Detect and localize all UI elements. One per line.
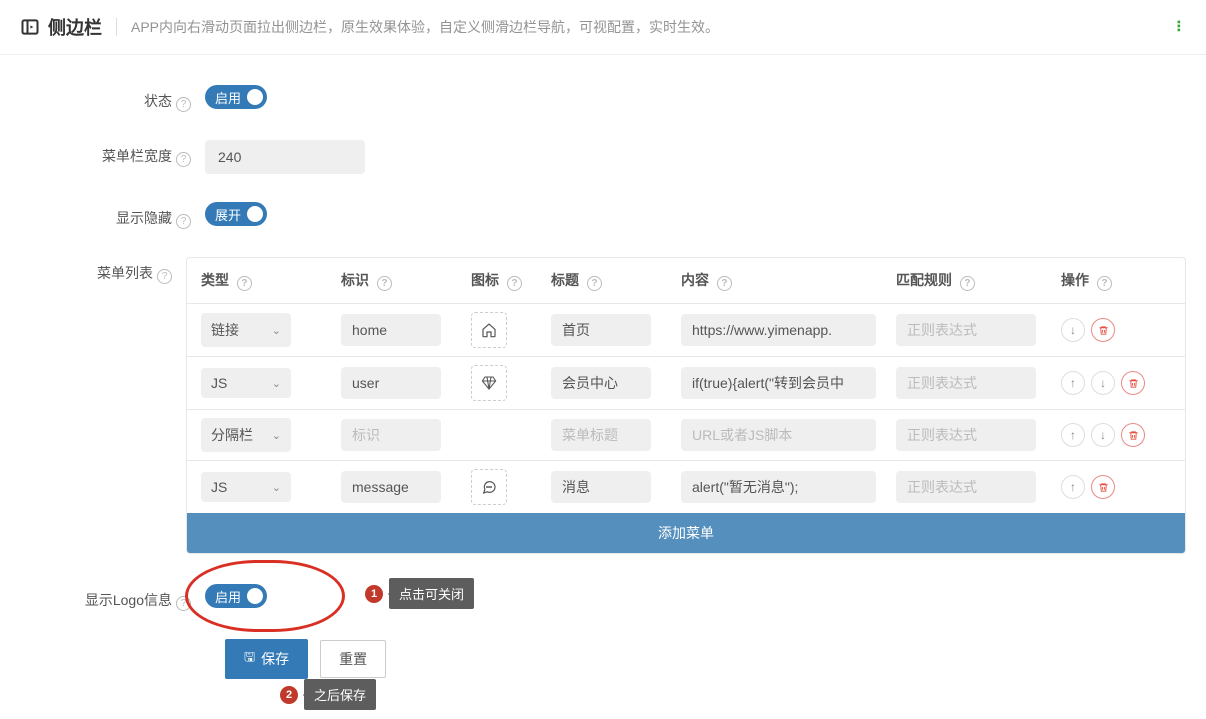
table-row: 链接⌄ ↓ [187,303,1185,356]
anno-badge-1: 1 [365,585,383,603]
content-input[interactable] [681,367,876,399]
label-showhide: 显示隐藏? [20,202,205,229]
anno-badge-2: 2 [280,686,298,704]
help-icon[interactable]: ? [176,97,191,112]
help-icon[interactable]: ? [377,276,392,291]
row-width: 菜单栏宽度? [20,140,1186,174]
save-icon: 🖫 [244,648,255,670]
ident-input[interactable] [341,367,441,399]
move-up-button[interactable]: ↑ [1061,423,1085,447]
page-desc: APP内向右滑动页面拉出侧边栏，原生效果体验，自定义侧滑边栏导航，可视配置，实时… [131,17,719,37]
save-button[interactable]: 🖫 保存 [225,639,308,679]
rule-input [896,419,1036,451]
help-icon[interactable]: ? [176,214,191,229]
corner-indicator: ⠇ [1176,19,1186,36]
add-menu-button[interactable]: 添加菜单 [187,513,1185,553]
type-select[interactable]: JS⌄ [201,368,291,398]
icon-select[interactable] [471,365,507,401]
row-showhide: 显示隐藏? 展开 [20,202,1186,229]
delete-button[interactable] [1121,423,1145,447]
ident-input[interactable] [341,419,441,451]
sidebar-icon [20,17,40,37]
row-status: 状态? 启用 [20,85,1186,112]
delete-button[interactable] [1121,371,1145,395]
anno-tip-2: 之后保存 [304,679,376,710]
table-row: JS⌄ ↑ [187,460,1185,513]
status-switch[interactable]: 启用 [205,85,267,109]
page-header: 侧边栏 APP内向右滑动页面拉出侧边栏，原生效果体验，自定义侧滑边栏导航，可视配… [0,0,1206,55]
reset-button[interactable]: 重置 [320,640,386,678]
move-down-button[interactable]: ↓ [1091,371,1115,395]
help-icon[interactable]: ? [717,276,732,291]
type-select[interactable]: 链接⌄ [201,313,291,347]
annotation-1: 1 点击可关闭 [365,578,474,609]
title-input[interactable] [551,471,651,503]
footer-buttons: 🖫 保存 重置 2 之后保存 [225,639,1186,679]
title-input[interactable] [551,314,651,346]
row-menulist: 菜单列表? 类型 ? 标识 ? 图标 ? 标题 ? 内容 ? 匹配规则 ? 操作… [20,257,1186,554]
help-icon[interactable]: ? [157,269,172,284]
move-up-button[interactable]: ↑ [1061,475,1085,499]
icon-select[interactable] [471,469,507,505]
switch-knob [247,89,263,105]
chevron-down-icon: ⌄ [272,429,281,442]
ident-input[interactable] [341,471,441,503]
help-icon[interactable]: ? [237,276,252,291]
menu-table: 类型 ? 标识 ? 图标 ? 标题 ? 内容 ? 匹配规则 ? 操作 ? 链接⌄… [186,257,1186,554]
rule-input [896,367,1036,399]
chevron-down-icon: ⌄ [272,481,281,494]
table-head: 类型 ? 标识 ? 图标 ? 标题 ? 内容 ? 匹配规则 ? 操作 ? [187,258,1185,303]
content-input[interactable] [681,314,876,346]
chevron-down-icon: ⌄ [272,377,281,390]
row-logo: 显示Logo信息? 启用 1 点击可关闭 [20,584,1186,611]
annotation-2: 2 之后保存 [280,679,376,710]
help-icon[interactable]: ? [507,276,522,291]
table-row: JS⌄ ↑↓ [187,356,1185,409]
type-select[interactable]: JS⌄ [201,472,291,502]
help-icon[interactable]: ? [176,596,191,611]
table-row: 分隔栏⌄ ↑↓ [187,409,1185,460]
divider [116,18,117,36]
anno-tip-1: 点击可关闭 [389,578,474,609]
label-width: 菜单栏宽度? [20,140,205,167]
ident-input[interactable] [341,314,441,346]
type-select[interactable]: 分隔栏⌄ [201,418,291,452]
logo-switch[interactable]: 启用 [205,584,267,608]
content-input[interactable] [681,419,876,451]
switch-knob [247,206,263,222]
form: 状态? 启用 菜单栏宽度? 显示隐藏? 展开 菜单列表? [0,55,1206,719]
title-input[interactable] [551,419,651,451]
page-title: 侧边栏 [48,14,102,40]
chevron-down-icon: ⌄ [272,324,281,337]
icon-select[interactable] [471,312,507,348]
width-input[interactable] [205,140,365,174]
content-input[interactable] [681,471,876,503]
rule-input[interactable] [896,314,1036,346]
title-input[interactable] [551,367,651,399]
switch-knob [247,588,263,604]
move-up-button[interactable]: ↑ [1061,371,1085,395]
help-icon[interactable]: ? [1097,276,1112,291]
label-status: 状态? [20,85,205,112]
help-icon[interactable]: ? [960,276,975,291]
delete-button[interactable] [1091,475,1115,499]
help-icon[interactable]: ? [176,152,191,167]
label-menulist: 菜单列表? [20,257,186,284]
rule-input [896,471,1036,503]
label-logo: 显示Logo信息? [20,584,205,611]
showhide-switch[interactable]: 展开 [205,202,267,226]
delete-button[interactable] [1091,318,1115,342]
help-icon[interactable]: ? [587,276,602,291]
move-down-button[interactable]: ↓ [1061,318,1085,342]
move-down-button[interactable]: ↓ [1091,423,1115,447]
